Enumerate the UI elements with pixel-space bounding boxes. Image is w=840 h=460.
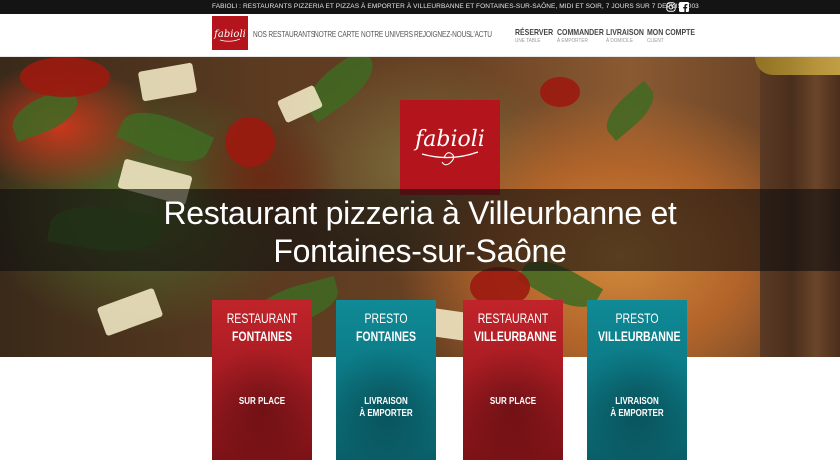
card-restaurant-villeurbanne[interactable]: RESTAURANT VILLEURBANNE SUR PLACE xyxy=(463,300,563,460)
tomato-decoration xyxy=(540,77,580,107)
nav-nos-restaurants[interactable]: NOS RESTAURANTS xyxy=(253,30,315,39)
livraison-label: LIVRAISON xyxy=(606,27,644,37)
hero-logo-wordmark: fabioli xyxy=(413,127,485,152)
commander-sublabel: À EMPORTER xyxy=(557,38,588,44)
hero-fabioli-logo[interactable]: fabioli xyxy=(400,100,500,195)
card-title-line2: FONTAINES xyxy=(355,329,417,344)
livraison-button[interactable]: LIVRAISON À DOMICILE xyxy=(606,27,652,44)
card-service-line1: LIVRAISON xyxy=(364,396,408,407)
card-title-line1: RESTAURANT xyxy=(477,311,549,326)
livraison-sublabel: À DOMICILE xyxy=(606,38,634,44)
mon-compte-label: MON COMPTE xyxy=(647,27,696,37)
tagline-text: FABIOLI : RESTAURANTS PIZZERIA ET PIZZAS… xyxy=(212,3,699,10)
cheese-decoration xyxy=(96,287,164,337)
hero-title: Restaurant pizzeria à Villeurbanne et Fo… xyxy=(0,194,840,270)
card-title-line2: FONTAINES xyxy=(231,329,293,344)
top-info-bar: FABIOLI : RESTAURANTS PIZZERIA ET PIZZAS… xyxy=(0,0,840,14)
cheese-decoration xyxy=(137,62,198,102)
card-service-line2: À EMPORTER xyxy=(610,408,664,419)
reserver-button[interactable]: RÉSERVER UNE TABLE xyxy=(515,27,562,44)
hero-title-line1: Restaurant pizzeria à Villeurbanne et xyxy=(163,195,677,231)
card-title-line1: PRESTO xyxy=(615,311,659,326)
card-service-line1: SUR PLACE xyxy=(489,396,537,407)
tomato-decoration xyxy=(225,117,275,167)
reserver-sublabel: UNE TABLE xyxy=(515,38,541,44)
card-title-line2: VILLEURBANNE xyxy=(598,329,681,344)
card-title-line2: VILLEURBANNE xyxy=(474,329,557,344)
nav-rejoignez-nous[interactable]: REJOIGNEZ-NOUS xyxy=(414,30,471,39)
card-title-line1: PRESTO xyxy=(364,311,408,326)
commander-label: COMMANDER xyxy=(557,27,604,37)
tomato-decoration xyxy=(20,57,110,97)
card-title-line1: RESTAURANT xyxy=(226,311,298,326)
facebook-icon[interactable] xyxy=(679,2,689,12)
fabioli-logo[interactable]: fabioli xyxy=(212,16,248,50)
card-presto-fontaines[interactable]: PRESTO FONTAINES LIVRAISON À EMPORTER xyxy=(336,300,436,460)
main-header: fabioli NOS RESTAURANTS NOTRE CARTE NOTR… xyxy=(0,14,840,57)
card-service-line2: À EMPORTER xyxy=(359,408,413,419)
hero-title-line2: Fontaines-sur-Saône xyxy=(273,233,567,269)
card-presto-villeurbanne[interactable]: PRESTO VILLEURBANNE LIVRAISON À EMPORTER xyxy=(587,300,687,460)
nav-actu[interactable]: L'ACTU xyxy=(470,30,492,39)
card-restaurant-fontaines[interactable]: RESTAURANT FONTAINES SUR PLACE xyxy=(212,300,312,460)
card-service-line1: LIVRAISON xyxy=(615,396,659,407)
mon-compte-sublabel: CLIENT xyxy=(647,38,664,44)
logo-wordmark: fabioli xyxy=(213,29,246,40)
nav-notre-carte[interactable]: NOTRE CARTE xyxy=(314,30,359,39)
instagram-icon[interactable] xyxy=(666,2,676,12)
card-service-line1: SUR PLACE xyxy=(238,396,286,407)
nav-notre-univers[interactable]: NOTRE UNIVERS xyxy=(361,30,413,39)
reserver-label: RÉSERVER xyxy=(515,27,554,37)
mon-compte-button[interactable]: MON COMPTE CLIENT xyxy=(647,27,706,44)
oil-bottle-decoration xyxy=(755,57,840,75)
leaf-decoration xyxy=(598,80,662,142)
